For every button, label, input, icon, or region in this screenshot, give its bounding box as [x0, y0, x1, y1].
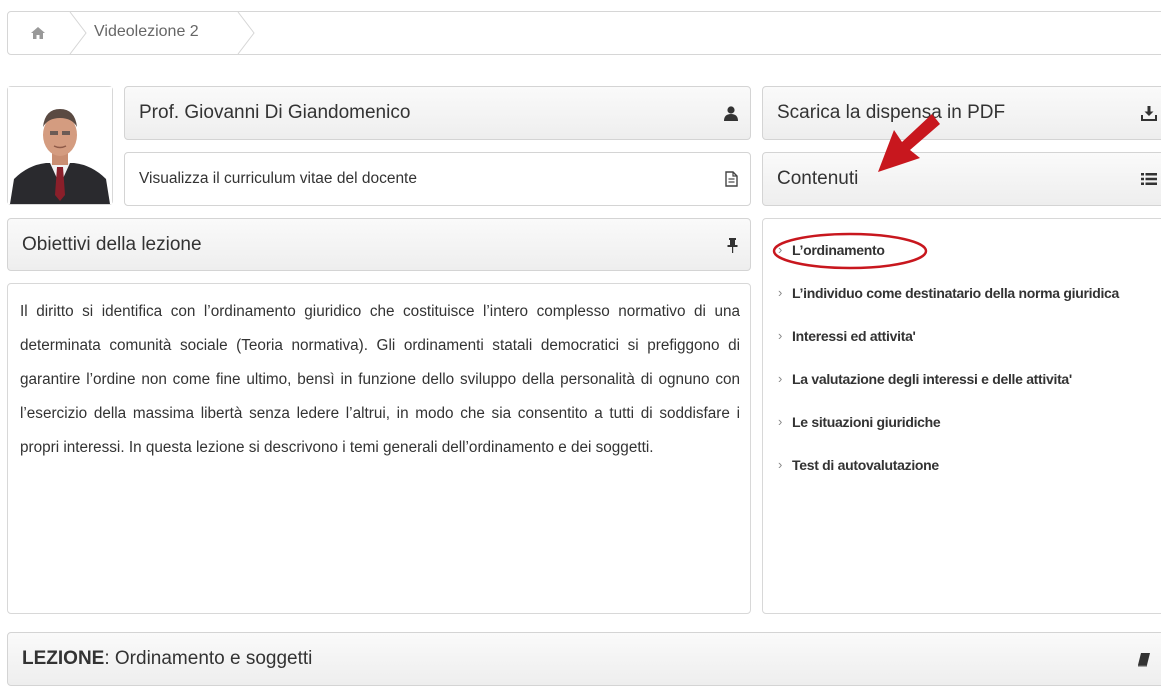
teacher-name: Prof. Giovanni Di Giandomenico — [139, 102, 411, 123]
objectives-header: Obiettivi della lezione — [7, 218, 751, 271]
contents-item[interactable]: › Interessi ed attivita' — [778, 314, 1161, 357]
lesson-title: LEZIONE: Ordinamento e soggetti — [22, 648, 313, 669]
objectives-title: Obiettivi della lezione — [22, 233, 202, 255]
chevron-right-icon: › — [778, 457, 783, 472]
contents-item[interactable]: › L’individuo come destinatario della nor… — [778, 271, 1161, 314]
cv-link-label: Visualizza il curriculum vitae del docen… — [139, 170, 417, 187]
lesson-bar[interactable]: LEZIONE: Ordinamento e soggetti — [7, 632, 1161, 686]
chevron-right-icon: › — [778, 414, 783, 429]
contents-title: Contenuti — [777, 168, 859, 189]
teacher-photo — [7, 86, 113, 205]
chevron-right-icon: › — [778, 285, 783, 300]
pin-icon — [727, 237, 738, 253]
contents-item[interactable]: › La valutazione degli interessi e delle … — [778, 357, 1161, 400]
download-pdf-button[interactable]: Scarica la dispensa in PDF — [762, 86, 1161, 140]
download-icon — [1141, 105, 1157, 121]
user-icon — [724, 105, 738, 121]
breadcrumb-home[interactable] — [8, 12, 68, 54]
contents-item[interactable]: › Test di autovalutazione — [778, 443, 1161, 486]
contents-item[interactable]: › Le situazioni giuridiche — [778, 400, 1161, 443]
breadcrumb: Videolezione 2 — [7, 11, 1161, 55]
highlight-ellipse — [772, 232, 928, 270]
document-icon — [725, 171, 738, 187]
breadcrumb-separator — [69, 12, 87, 54]
chevron-right-icon: › — [778, 328, 783, 343]
book-icon — [1137, 652, 1151, 667]
list-icon — [1141, 172, 1157, 186]
breadcrumb-separator — [237, 12, 255, 54]
home-icon — [31, 27, 45, 39]
cv-link[interactable]: Visualizza il curriculum vitae del docen… — [124, 152, 751, 206]
chevron-right-icon: › — [778, 371, 783, 386]
annotation-arrow-icon — [878, 114, 940, 172]
teacher-name-bar: Prof. Giovanni Di Giandomenico — [124, 86, 751, 140]
contents-header: Contenuti — [762, 152, 1161, 206]
objectives-text: Il diritto si identifica con l’ordinamen… — [20, 303, 740, 456]
breadcrumb-current[interactable]: Videolezione 2 — [94, 23, 199, 41]
